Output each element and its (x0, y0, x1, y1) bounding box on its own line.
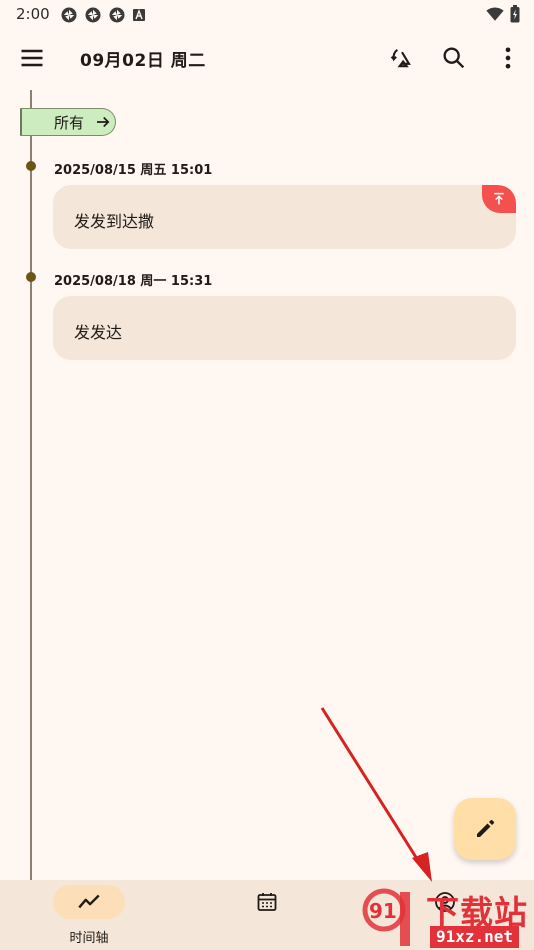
watermark-logo: 91 (362, 888, 410, 946)
search-icon (443, 47, 465, 69)
watermark: 91 下载站 91xz.net (360, 884, 534, 950)
nav-label: 时间轴 (69, 931, 109, 946)
aperture-icon (61, 7, 77, 23)
pin-top-icon (494, 192, 504, 205)
sync-button[interactable] (388, 44, 416, 72)
top-app-bar: 09月02日 周二 (0, 36, 534, 80)
entry-card[interactable]: 发发到达撒 (53, 185, 516, 249)
entry-text: 发发达 (74, 323, 123, 342)
aperture-icon (85, 7, 101, 23)
sync-icon (390, 48, 411, 68)
page-title: 09月02日 周二 (80, 51, 206, 71)
nav-item-timeline[interactable]: 时间轴 (0, 880, 178, 950)
nav-icon-holder (231, 885, 303, 919)
entry-text: 发发到达撒 (74, 212, 155, 231)
status-time: 2:00 (16, 5, 50, 23)
status-system-icons (486, 5, 520, 23)
nav-item-calendar[interactable] (178, 880, 356, 950)
watermark-site: 91xz.net (430, 926, 520, 948)
timeline-icon (78, 894, 100, 909)
calendar-icon (257, 893, 277, 911)
pin-badge (482, 185, 516, 213)
menu-button[interactable] (18, 44, 46, 72)
menu-icon (21, 49, 43, 67)
new-entry-fab[interactable] (454, 798, 516, 860)
status-bar: 2:00 (0, 0, 534, 28)
timeline-dot (26, 161, 36, 171)
entry-card[interactable]: 发发达 (53, 296, 516, 360)
status-notification-icons (60, 6, 146, 24)
annotation-arrow (320, 707, 432, 882)
aperture-icon (109, 7, 125, 23)
nav-active-indicator (53, 885, 125, 919)
filter-chip-all[interactable]: 所有 (20, 108, 116, 136)
timeline-line (30, 90, 32, 880)
arrow-right-icon (97, 116, 110, 128)
timeline-dot (26, 272, 36, 282)
wifi-icon (486, 7, 504, 21)
more-options-button[interactable] (494, 44, 522, 72)
entry-date: 2025/08/18 周一 15:31 (54, 274, 213, 289)
edit-icon (477, 819, 495, 837)
filter-chip-label: 所有 (54, 113, 85, 132)
entry-date: 2025/08/15 周五 15:01 (54, 163, 213, 178)
battery-icon (510, 5, 520, 23)
search-button[interactable] (440, 44, 468, 72)
more-vert-icon (505, 47, 511, 69)
svg-text:91: 91 (369, 899, 397, 923)
font-badge-icon (133, 9, 145, 21)
